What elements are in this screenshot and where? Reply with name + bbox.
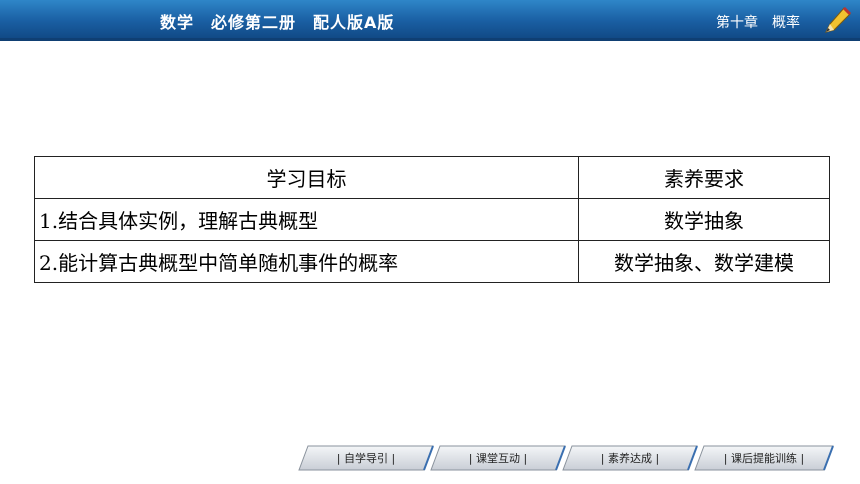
header-underline	[0, 38, 860, 41]
column-header-goal: 学习目标	[34, 156, 579, 199]
nav-button-self-study[interactable]: | 自学导引 |	[298, 445, 434, 471]
nav-label: | 课堂互动 |	[468, 452, 528, 465]
goal-cell: 1.结合具体实例，理解古典概型	[34, 198, 579, 241]
learning-goals-table: 学习目标 素养要求 1.结合具体实例，理解古典概型 数学抽象 2.能计算古典概型…	[34, 156, 830, 283]
table-row: 1.结合具体实例，理解古典概型 数学抽象	[34, 198, 830, 241]
nav-label: | 课后提能训练 |	[723, 452, 805, 465]
table-header-row: 学习目标 素养要求	[34, 156, 830, 199]
header-bar: 数学 必修第二册 配人版A版 第十章 概率	[0, 0, 860, 38]
requirement-cell: 数学抽象、数学建模	[578, 240, 830, 283]
pencil-icon	[825, 6, 852, 33]
nav-label: | 素养达成 |	[600, 452, 660, 465]
nav-button-classroom[interactable]: | 课堂互动 |	[430, 445, 566, 471]
chapter-title: 第十章 概率	[716, 15, 800, 31]
goal-cell: 2.能计算古典概型中简单随机事件的概率	[34, 240, 579, 283]
nav-button-after-class-training[interactable]: | 课后提能训练 |	[694, 445, 834, 471]
nav-button-literacy[interactable]: | 素养达成 |	[562, 445, 698, 471]
table-row: 2.能计算古典概型中简单随机事件的概率 数学抽象、数学建模	[34, 240, 830, 283]
nav-label: | 自学导引 |	[336, 452, 396, 465]
book-title: 数学 必修第二册 配人版A版	[160, 13, 395, 32]
requirement-cell: 数学抽象	[578, 198, 830, 241]
column-header-requirement: 素养要求	[578, 156, 830, 199]
